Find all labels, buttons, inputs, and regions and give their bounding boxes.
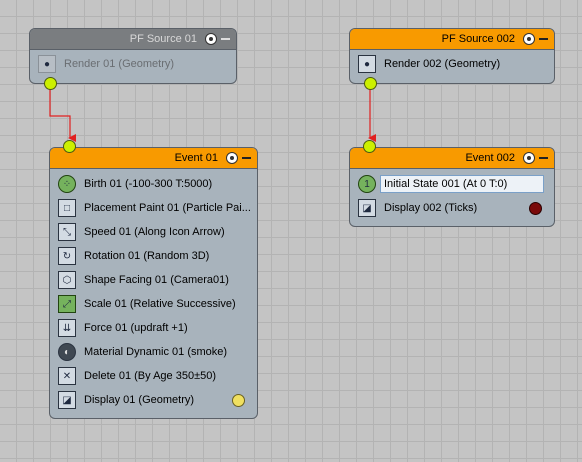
birth-icon: ⁘ bbox=[58, 175, 76, 193]
operator-label: Rotation 01 (Random 3D) bbox=[84, 250, 210, 262]
delete-icon: ✕ bbox=[58, 367, 76, 385]
node-pf-source-01[interactable]: PF Source 01 ● Render 01 (Geometry) bbox=[29, 28, 237, 84]
operator-label: Display 002 (Ticks) bbox=[384, 202, 478, 214]
wire-source01-event01 bbox=[49, 84, 76, 142]
output-port[interactable] bbox=[44, 77, 57, 90]
display-color-swatch[interactable] bbox=[232, 393, 245, 407]
operator-label: Delete 01 (By Age 350±50) bbox=[84, 370, 217, 382]
operator-label: Birth 01 (-100-300 T:5000) bbox=[84, 178, 213, 190]
input-port[interactable] bbox=[363, 140, 376, 153]
operator-label: Force 01 (updraft +1) bbox=[84, 322, 188, 334]
operator-label: Placement Paint 01 (Particle Pai... bbox=[84, 202, 251, 214]
node-title: PF Source 01 bbox=[129, 33, 197, 45]
display-icon: ◪ bbox=[58, 391, 76, 409]
node-header[interactable]: Event 002 bbox=[350, 148, 554, 169]
operator-label: Display 01 (Geometry) bbox=[84, 394, 195, 406]
teapot-icon: ● bbox=[38, 55, 56, 73]
node-header[interactable]: Event 01 bbox=[50, 148, 257, 169]
operator-shape-facing[interactable]: ⬡ Shape Facing 01 (Camera01) bbox=[56, 269, 251, 291]
operator-label: Shape Facing 01 (Camera01) bbox=[84, 274, 229, 286]
display-color-swatch[interactable] bbox=[529, 201, 542, 215]
minus-icon[interactable] bbox=[539, 157, 548, 159]
operator-material-dynamic[interactable]: ◐ Material Dynamic 01 (smoke) bbox=[56, 341, 251, 363]
operator-scale[interactable]: ⤢ Scale 01 (Relative Successive) bbox=[56, 293, 251, 315]
node-title: Event 002 bbox=[465, 152, 515, 164]
lightbulb-icon[interactable] bbox=[226, 152, 238, 164]
input-port[interactable] bbox=[63, 140, 76, 153]
operator-initial-state[interactable]: 1 Initial State 001 (At 0 T:0) bbox=[356, 173, 548, 195]
operator-display[interactable]: ◪ Display 01 (Geometry) bbox=[56, 389, 251, 411]
operator-force[interactable]: ⇊ Force 01 (updraft +1) bbox=[56, 317, 251, 339]
shape-facing-icon: ⬡ bbox=[58, 271, 76, 289]
operator-label: Initial State 001 (At 0 T:0) bbox=[380, 175, 544, 193]
minus-icon[interactable] bbox=[539, 38, 548, 40]
node-header[interactable]: PF Source 002 bbox=[350, 29, 554, 50]
operator-render[interactable]: ● Render 002 (Geometry) bbox=[356, 53, 548, 75]
lightbulb-icon[interactable] bbox=[205, 33, 217, 45]
operator-label: Material Dynamic 01 (smoke) bbox=[84, 346, 228, 358]
operator-label: Render 01 (Geometry) bbox=[64, 58, 175, 70]
operator-placement-paint[interactable]: □ Placement Paint 01 (Particle Pai... bbox=[56, 197, 251, 219]
node-pf-source-002[interactable]: PF Source 002 ● Render 002 (Geometry) bbox=[349, 28, 555, 84]
display-icon: ◪ bbox=[358, 199, 376, 217]
node-title: Event 01 bbox=[174, 152, 218, 164]
initial-state-icon: 1 bbox=[358, 175, 376, 193]
operator-render[interactable]: ● Render 01 (Geometry) bbox=[36, 53, 230, 75]
output-port[interactable] bbox=[364, 77, 377, 90]
teapot-icon: ● bbox=[358, 55, 376, 73]
placement-paint-icon: □ bbox=[58, 199, 76, 217]
rotation-icon: ↻ bbox=[58, 247, 76, 265]
operator-birth[interactable]: ⁘ Birth 01 (-100-300 T:5000) bbox=[56, 173, 251, 195]
force-icon: ⇊ bbox=[58, 319, 76, 337]
speed-icon: ⤡ bbox=[58, 223, 76, 241]
operator-label: Speed 01 (Along Icon Arrow) bbox=[84, 226, 225, 238]
node-title: PF Source 002 bbox=[441, 33, 515, 45]
node-event-01[interactable]: Event 01 ⁘ Birth 01 (-100-300 T:5000) □ … bbox=[49, 147, 258, 419]
operator-speed[interactable]: ⤡ Speed 01 (Along Icon Arrow) bbox=[56, 221, 251, 243]
material-dynamic-icon: ◐ bbox=[58, 343, 76, 361]
operator-label: Scale 01 (Relative Successive) bbox=[84, 298, 236, 310]
lightbulb-icon[interactable] bbox=[523, 152, 535, 164]
operator-rotation[interactable]: ↻ Rotation 01 (Random 3D) bbox=[56, 245, 251, 267]
node-header[interactable]: PF Source 01 bbox=[30, 29, 236, 50]
scale-icon: ⤢ bbox=[58, 295, 76, 313]
node-event-002[interactable]: Event 002 1 Initial State 001 (At 0 T:0)… bbox=[349, 147, 555, 227]
minus-icon[interactable] bbox=[242, 157, 251, 159]
operator-delete[interactable]: ✕ Delete 01 (By Age 350±50) bbox=[56, 365, 251, 387]
operator-display[interactable]: ◪ Display 002 (Ticks) bbox=[356, 197, 548, 219]
lightbulb-icon[interactable] bbox=[523, 33, 535, 45]
minus-icon[interactable] bbox=[221, 38, 230, 40]
operator-label: Render 002 (Geometry) bbox=[384, 58, 501, 70]
